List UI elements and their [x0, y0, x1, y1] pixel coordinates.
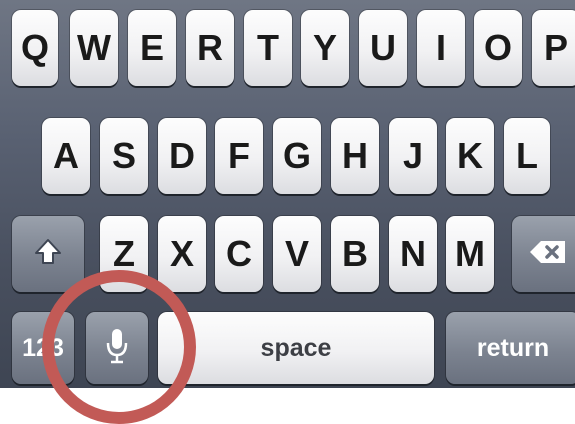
key-i[interactable]: I — [417, 10, 465, 86]
dictation-key[interactable] — [86, 312, 148, 384]
key-q[interactable]: Q — [12, 10, 58, 86]
key-u[interactable]: U — [359, 10, 407, 86]
shift-arrow-icon — [33, 237, 63, 272]
key-p[interactable]: P — [532, 10, 575, 86]
key-c[interactable]: C — [215, 216, 263, 292]
key-e[interactable]: E — [128, 10, 176, 86]
key-o[interactable]: O — [474, 10, 522, 86]
key-a[interactable]: A — [42, 118, 90, 194]
key-l[interactable]: L — [504, 118, 550, 194]
key-v[interactable]: V — [273, 216, 321, 292]
ios-keyboard: Q W E R T Y U I O P A S D F G H J K L Z … — [0, 0, 575, 388]
numbers-key[interactable]: 123 — [12, 312, 74, 384]
key-b[interactable]: B — [331, 216, 379, 292]
backspace-icon — [528, 238, 568, 271]
key-m[interactable]: M — [446, 216, 494, 292]
key-w[interactable]: W — [70, 10, 118, 86]
key-g[interactable]: G — [273, 118, 321, 194]
key-t[interactable]: T — [244, 10, 292, 86]
key-h[interactable]: H — [331, 118, 379, 194]
key-j[interactable]: J — [389, 118, 437, 194]
return-key[interactable]: return — [446, 312, 575, 384]
key-y[interactable]: Y — [301, 10, 349, 86]
key-x[interactable]: X — [158, 216, 206, 292]
key-s[interactable]: S — [100, 118, 148, 194]
shift-key[interactable] — [12, 216, 84, 292]
key-z[interactable]: Z — [100, 216, 148, 292]
key-f[interactable]: F — [215, 118, 263, 194]
key-n[interactable]: N — [389, 216, 437, 292]
key-r[interactable]: R — [186, 10, 234, 86]
delete-key[interactable] — [512, 216, 575, 292]
microphone-icon — [106, 327, 128, 370]
key-k[interactable]: K — [446, 118, 494, 194]
key-d[interactable]: D — [158, 118, 206, 194]
space-key[interactable]: space — [158, 312, 434, 384]
